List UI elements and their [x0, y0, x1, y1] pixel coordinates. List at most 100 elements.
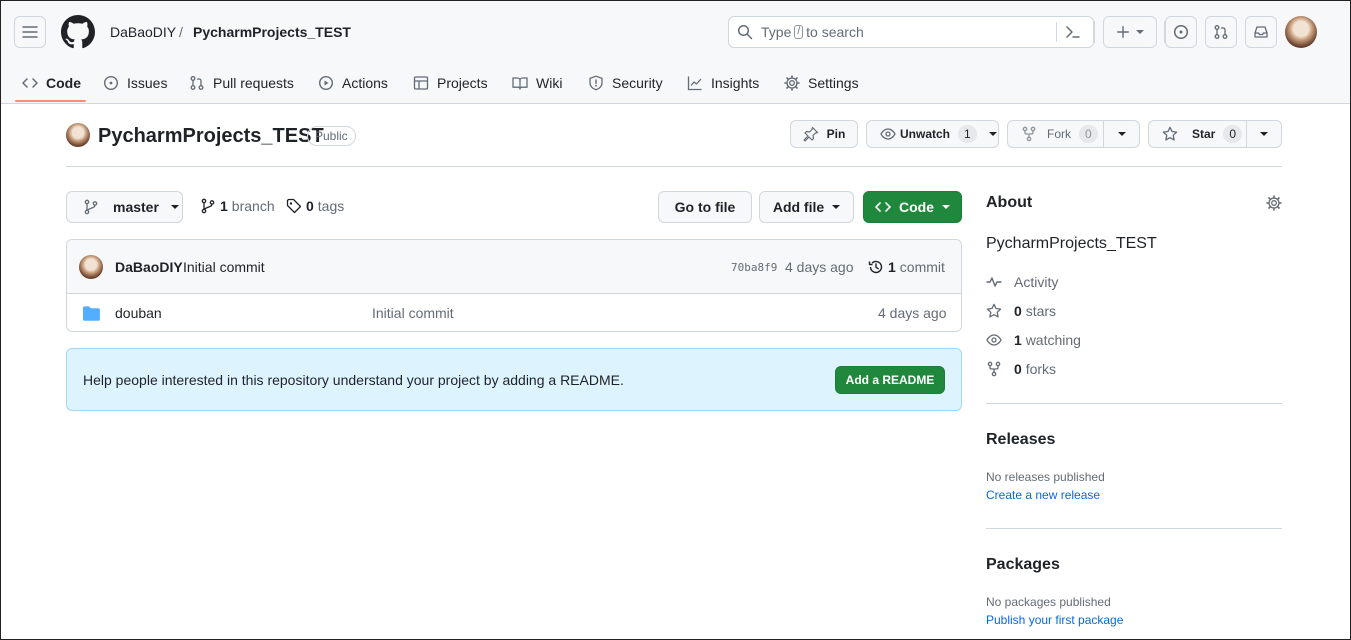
github-logo-icon[interactable]: [61, 15, 95, 49]
fork-dropdown[interactable]: [1104, 130, 1139, 138]
watchers-link[interactable]: 1 watching: [986, 332, 1081, 348]
tab-label: Issues: [127, 75, 168, 91]
go-to-file-button[interactable]: Go to file: [658, 191, 752, 223]
forks-link[interactable]: 0 forks: [986, 361, 1056, 377]
sidebar-divider: [986, 403, 1282, 404]
repo-owner-avatar[interactable]: [66, 123, 90, 147]
branch-selector[interactable]: master: [66, 191, 183, 223]
pin-icon: [803, 126, 818, 142]
tab-security[interactable]: Security: [588, 63, 663, 103]
add-readme-button[interactable]: Add a README: [835, 366, 945, 394]
command-palette-icon[interactable]: [1065, 24, 1081, 40]
releases-heading[interactable]: Releases: [986, 431, 1055, 449]
tags-label: tags: [317, 198, 345, 214]
star-icon: [986, 303, 1002, 318]
watching-count: 1: [1014, 332, 1022, 348]
unwatch-label: Unwatch: [900, 127, 951, 141]
branches-link[interactable]: 1 branch: [200, 198, 275, 214]
tag-icon: [286, 198, 302, 214]
file-commit-time: 4 days ago: [878, 305, 947, 321]
tab-label: Code: [46, 75, 81, 91]
forks-label: forks: [1025, 361, 1057, 377]
list-item[interactable]: douban Initial commit 4 days ago: [67, 294, 961, 331]
pull-requests-button[interactable]: [1205, 16, 1237, 48]
tab-insights[interactable]: Insights: [687, 63, 759, 103]
about-heading: About: [986, 194, 1033, 211]
fork-button-group: Fork 0: [1007, 120, 1140, 148]
add-file-label: Add file: [772, 199, 825, 215]
tab-projects[interactable]: Projects: [413, 63, 488, 103]
fork-label: Fork: [1047, 127, 1071, 141]
tab-label: Pull requests: [213, 75, 294, 91]
code-icon: [22, 78, 38, 88]
create-new-button[interactable]: [1103, 16, 1157, 48]
pin-button[interactable]: Pin: [790, 120, 858, 148]
readme-prompt-text: Help people interested in this repositor…: [83, 372, 624, 388]
code-button[interactable]: Code: [863, 191, 962, 223]
tab-code[interactable]: Code: [22, 63, 81, 103]
go-to-file-label: Go to file: [674, 199, 736, 215]
search-input[interactable]: Type / to search: [728, 16, 1094, 48]
commit-sha[interactable]: 70ba8f9: [731, 261, 777, 274]
commit-author-avatar[interactable]: [79, 255, 103, 279]
stars-link[interactable]: 0 stars: [986, 303, 1056, 319]
star-dropdown[interactable]: [1247, 130, 1281, 138]
commits-count: 1: [888, 259, 896, 275]
tab-actions[interactable]: Actions: [318, 63, 388, 103]
gear-icon[interactable]: [1266, 195, 1282, 211]
tab-wiki[interactable]: Wiki: [512, 63, 562, 103]
breadcrumb-owner[interactable]: DaBaoDIY: [110, 23, 176, 41]
tags-link[interactable]: 0 tags: [286, 198, 344, 214]
star-label: Star: [1192, 127, 1216, 141]
commits-history-link[interactable]: 1 commit: [868, 259, 945, 275]
tab-settings[interactable]: Settings: [784, 63, 859, 103]
packages-heading[interactable]: Packages: [986, 556, 1060, 574]
user-avatar[interactable]: [1285, 16, 1317, 48]
repo-nav: Code Issues Pull requests Actions Projec…: [1, 63, 1350, 103]
fork-button[interactable]: Fork 0: [1008, 121, 1104, 147]
branch-name: master: [113, 199, 159, 215]
triangle-down-icon: [1260, 132, 1268, 136]
stars-count: 0: [1014, 303, 1022, 319]
packages-empty-text: No packages published: [986, 595, 1111, 609]
title-divider: [66, 166, 1282, 167]
inbox-button[interactable]: [1245, 16, 1277, 48]
tab-issues[interactable]: Issues: [103, 63, 167, 103]
sidebar-divider: [986, 528, 1282, 529]
create-release-link[interactable]: Create a new release: [986, 488, 1100, 502]
star-button[interactable]: Star 0: [1149, 121, 1247, 147]
issues-button[interactable]: [1165, 16, 1197, 48]
tab-label: Security: [612, 75, 663, 91]
inbox-icon: [1254, 26, 1268, 38]
play-icon: [318, 75, 334, 91]
hamburger-icon: [22, 26, 38, 38]
table-icon: [413, 76, 429, 90]
breadcrumb-repo[interactable]: PycharmProjects_TEST: [193, 23, 351, 41]
tab-label: Wiki: [536, 75, 563, 91]
global-header: DaBaoDIY / PycharmProjects_TEST Type / t…: [1, 1, 1350, 104]
activity-link[interactable]: Activity: [986, 274, 1058, 290]
repo-name[interactable]: PycharmProjects_TEST: [98, 123, 324, 149]
active-tab-indicator: [15, 100, 86, 102]
tab-label: Projects: [437, 75, 488, 91]
search-icon: [737, 24, 753, 40]
menu-button[interactable]: [14, 16, 46, 48]
file-commit-message[interactable]: Initial commit: [372, 305, 454, 321]
triangle-down-icon: [942, 205, 950, 209]
commit-author[interactable]: DaBaoDIY: [115, 259, 183, 275]
tab-label: Actions: [342, 75, 388, 91]
tab-pull-requests[interactable]: Pull requests: [189, 63, 294, 103]
unwatch-button[interactable]: Unwatch 1: [866, 120, 999, 148]
issue-opened-icon: [103, 75, 119, 91]
triangle-down-icon: [1136, 30, 1144, 34]
fork-count: 0: [1079, 125, 1098, 143]
tab-label: Settings: [808, 75, 859, 91]
visibility-badge: Public: [307, 126, 356, 146]
add-file-button[interactable]: Add file: [759, 191, 854, 223]
file-name[interactable]: douban: [115, 305, 162, 321]
eye-icon: [986, 334, 1002, 346]
search-placeholder-suffix: to search: [806, 24, 864, 40]
commit-message[interactable]: Initial commit: [183, 259, 265, 275]
watch-count: 1: [958, 125, 977, 143]
publish-package-link[interactable]: Publish your first package: [986, 613, 1123, 627]
